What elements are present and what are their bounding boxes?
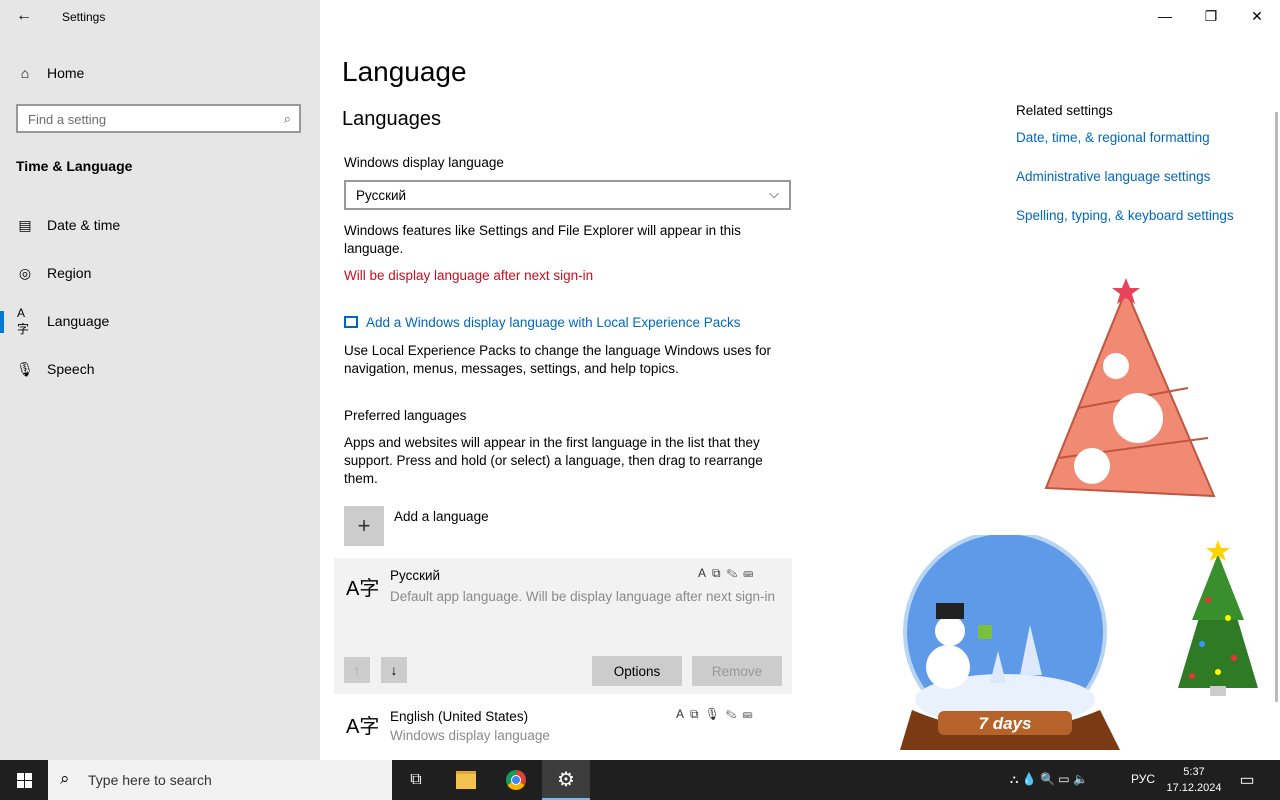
tray-icons[interactable]: ⛬ 💧 🔍 ▭ 🔈	[1010, 772, 1088, 787]
folder-icon	[456, 771, 476, 789]
globe-icon: ◎	[18, 264, 32, 281]
language-features-icons: A⧉✎⌨	[698, 566, 760, 580]
sidebar-item-label: Region	[47, 265, 92, 281]
search-input[interactable]: Find a setting ⌕	[16, 104, 301, 133]
settings-taskbar-button[interactable]: ⚙	[542, 760, 590, 800]
chevron-down-icon: ⌵	[769, 186, 779, 201]
clock-date: 17.12.2024	[1166, 782, 1222, 794]
language-icon: A字	[346, 716, 380, 738]
language-icon: A字	[17, 305, 30, 336]
minimize-icon: —	[1158, 8, 1172, 24]
display-language-description: Windows features like Settings and File …	[344, 223, 741, 256]
preferred-languages-description: Apps and websites will appear in the fir…	[344, 435, 763, 486]
display-language-notice: Will be display language after next sign…	[344, 268, 594, 283]
task-view-icon: ⧉	[410, 771, 422, 788]
page-title: Language	[342, 56, 467, 87]
related-settings-title: Related settings	[1016, 103, 1113, 118]
language-list-item[interactable]: A字 English (United States) Windows displ…	[334, 700, 792, 756]
sidebar-item-speech[interactable]: 🎙 Speech	[0, 349, 320, 389]
lxp-description: Use Local Experience Packs to change the…	[344, 343, 771, 376]
sidebar-item-label: Speech	[47, 361, 95, 377]
sidebar-item-label: Date & time	[47, 217, 121, 233]
language-name: English (United States)	[390, 709, 529, 724]
home-icon: ⌂	[20, 65, 30, 81]
language-name: Русский	[390, 568, 441, 583]
calendar-clock-icon: ▤	[18, 216, 32, 233]
windows-logo-icon	[16, 772, 32, 788]
close-icon: ✕	[1251, 7, 1263, 24]
globe-label: 7 days	[979, 714, 1032, 733]
arrow-left-icon: ←	[16, 7, 32, 24]
file-explorer-button[interactable]	[442, 760, 490, 800]
lxp-link[interactable]: Add a Windows display language with Loca…	[344, 314, 740, 332]
lxp-link-label: Add a Windows display language with Loca…	[366, 315, 741, 330]
snow-globe-image: 7 days	[900, 535, 1120, 750]
scrollbar[interactable]	[1275, 112, 1278, 702]
store-icon	[344, 316, 358, 328]
preferred-languages-title: Preferred languages	[344, 408, 467, 423]
sidebar-item-home[interactable]: ⌂ Home	[0, 53, 320, 93]
maximize-button[interactable]: ❐	[1191, 4, 1231, 28]
search-icon: ⌕	[60, 769, 70, 788]
add-language-label[interactable]: Add a language	[394, 508, 489, 526]
display-language-value: Русский	[356, 188, 407, 203]
sidebar: ← Settings ⌂ Home Find a setting ⌕ Time …	[0, 0, 320, 760]
arrow-down-icon: ↓	[390, 662, 398, 678]
chrome-button[interactable]	[492, 760, 540, 800]
sidebar-section-title: Time & Language	[16, 158, 133, 174]
options-button[interactable]: Options	[592, 656, 682, 686]
sidebar-item-date-time[interactable]: ▤ Date & time	[0, 205, 320, 245]
sidebar-item-label: Language	[47, 313, 110, 329]
related-link-regional-formatting[interactable]: Date, time, & regional formatting	[1016, 130, 1210, 145]
language-list-item-selected[interactable]: A字 Русский Default app language. Will be…	[334, 558, 792, 694]
move-down-button[interactable]: ↓	[381, 657, 407, 683]
christmas-tree-ornament-image	[1044, 278, 1216, 498]
sidebar-item-language[interactable]: A字 Language	[0, 301, 320, 341]
arrow-up-icon: ↑	[353, 662, 361, 678]
notifications-button[interactable]: ▭	[1232, 760, 1262, 800]
taskbar-search-input[interactable]: ⌕ Type here to search	[48, 760, 392, 800]
remove-button[interactable]: Remove	[692, 656, 782, 686]
sidebar-item-label: Home	[47, 65, 85, 81]
input-language-indicator[interactable]: РУС	[1131, 772, 1155, 786]
minimize-button[interactable]: —	[1145, 4, 1185, 28]
display-language-label: Windows display language	[344, 155, 504, 170]
window-title: Settings	[62, 10, 106, 24]
close-button[interactable]: ✕	[1237, 4, 1277, 28]
microphone-icon: 🎙	[16, 360, 34, 377]
related-link-admin-language[interactable]: Administrative language settings	[1016, 169, 1210, 184]
task-view-button[interactable]: ⧉	[392, 760, 440, 800]
clock[interactable]: 5:37 17.12.2024	[1166, 764, 1222, 796]
sidebar-item-region[interactable]: ◎ Region	[0, 253, 320, 293]
language-features-icons: A⧉🎙✎⌨	[676, 707, 759, 721]
search-icon: ⌕	[283, 111, 291, 126]
back-button[interactable]: ←	[10, 4, 38, 28]
notification-icon: ▭	[1239, 772, 1255, 789]
christmas-tree-image	[1178, 540, 1258, 696]
language-icon: A字	[346, 578, 380, 600]
related-link-spelling-typing[interactable]: Spelling, typing, & keyboard settings	[1016, 208, 1234, 223]
plus-icon: +	[357, 513, 371, 538]
start-button[interactable]	[0, 760, 48, 800]
chrome-icon	[506, 770, 526, 790]
language-description: Default app language. Will be display la…	[390, 589, 775, 604]
gear-icon: ⚙	[557, 768, 575, 791]
add-language-button[interactable]: +	[344, 506, 384, 546]
search-placeholder: Find a setting	[28, 112, 107, 127]
display-language-dropdown[interactable]: Русский ⌵	[344, 180, 791, 210]
section-title-languages: Languages	[342, 108, 441, 130]
move-up-button[interactable]: ↑	[344, 657, 370, 683]
restore-icon: ❐	[1204, 7, 1218, 24]
taskbar: ⌕ Type here to search ⧉ ⚙ ⛬ 💧 🔍 ▭ 🔈 РУС …	[0, 760, 1280, 800]
language-description: Windows display language	[390, 728, 550, 743]
taskbar-search-placeholder: Type here to search	[88, 772, 212, 788]
clock-time: 5:37	[1183, 766, 1205, 778]
